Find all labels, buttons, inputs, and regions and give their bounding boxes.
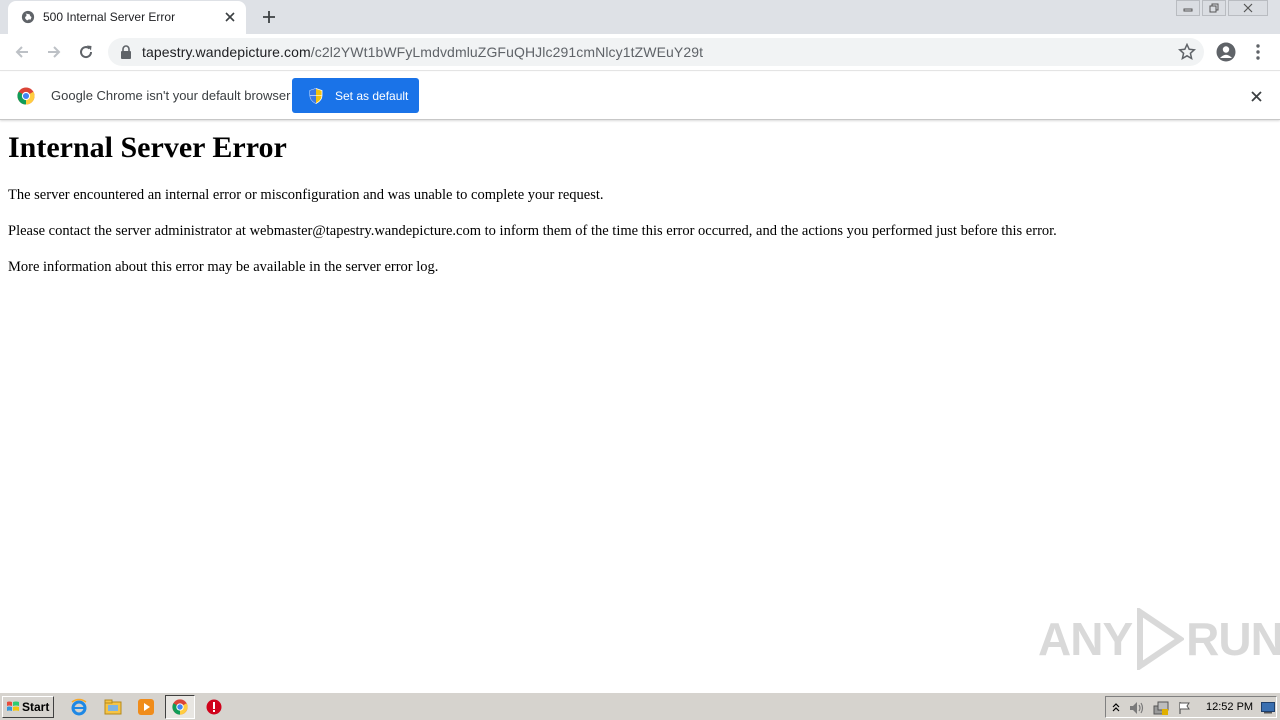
anyrun-watermark: ANY RUN — [1038, 608, 1280, 670]
action-center-flag-icon[interactable] — [1177, 700, 1193, 716]
bookmark-star-icon[interactable] — [1178, 43, 1196, 61]
volume-icon[interactable] — [1129, 700, 1145, 716]
chrome-taskbar-button[interactable] — [165, 695, 195, 719]
show-desktop-icon[interactable] — [1260, 700, 1276, 716]
set-as-default-button[interactable]: Set as default — [292, 78, 419, 113]
system-tray: 12:52 PM — [1105, 696, 1277, 718]
url-text: tapestry.wandepicture.com/c2l2YWt1bWFyLm… — [142, 44, 703, 60]
infobar-close-icon[interactable] — [1247, 87, 1265, 105]
ie-icon[interactable] — [68, 696, 90, 718]
window-controls — [1174, 0, 1268, 18]
tab-title: 500 Internal Server Error — [43, 10, 176, 24]
explorer-icon[interactable] — [102, 696, 124, 718]
new-tab-plus-icon[interactable] — [258, 6, 280, 28]
watermark-right-text: RUN — [1186, 613, 1280, 665]
globe-icon — [21, 10, 35, 24]
forward-arrow-icon[interactable] — [42, 40, 66, 64]
watermark-play-icon — [1137, 608, 1185, 670]
page-content: Internal Server Error The server encount… — [8, 121, 1272, 276]
watermark-left-text: ANY — [1038, 613, 1133, 665]
lock-icon — [121, 45, 131, 59]
default-browser-infobar: Google Chrome isn't your default browser… — [0, 72, 1280, 120]
start-label: Start — [22, 700, 50, 714]
network-icon[interactable] — [1153, 700, 1169, 716]
uac-shield-icon — [309, 87, 323, 104]
start-button[interactable]: Start — [2, 696, 54, 718]
close-window-button[interactable] — [1228, 0, 1268, 16]
log-paragraph: More information about this error may be… — [8, 259, 439, 275]
menu-kebab-icon[interactable] — [1246, 40, 1270, 64]
infobar-message: Google Chrome isn't your default browser — [51, 88, 291, 103]
browser-toolbar: tapestry.wandepicture.com/c2l2YWt1bWFyLm… — [0, 34, 1280, 71]
tab-strip: 500 Internal Server Error — [0, 0, 1280, 34]
error-paragraph: The server encountered an internal error… — [8, 187, 604, 203]
taskbar-clock: 12:52 PM — [1206, 701, 1254, 713]
tray-expand-icon[interactable] — [1108, 700, 1124, 716]
media-player-icon[interactable] — [135, 696, 157, 718]
chrome-logo-icon — [17, 87, 35, 105]
profile-avatar-icon[interactable] — [1214, 40, 1238, 64]
set-as-default-label: Set as default — [335, 88, 409, 103]
windows-taskbar: Start 12:52 PM — [0, 692, 1280, 720]
active-tab[interactable]: 500 Internal Server Error — [8, 1, 246, 34]
reload-icon[interactable] — [74, 40, 98, 64]
restore-button[interactable] — [1202, 0, 1226, 16]
url-host: tapestry.wandepicture.com — [142, 44, 311, 60]
windows-logo-icon — [7, 701, 19, 711]
chrome-icon — [172, 699, 188, 715]
minimize-button[interactable] — [1176, 0, 1200, 16]
page-title: Internal Server Error — [8, 131, 287, 164]
tab-close-icon[interactable] — [222, 9, 238, 25]
address-bar[interactable]: tapestry.wandepicture.com/c2l2YWt1bWFyLm… — [108, 38, 1204, 66]
contact-paragraph: Please contact the server administrator … — [8, 223, 1057, 239]
url-path: /c2l2YWt1bWFyLmdvdmluZGFuQHJlc291cmNlcy1… — [310, 44, 704, 60]
back-arrow-icon[interactable] — [10, 40, 34, 64]
stop-icon[interactable] — [203, 696, 225, 718]
